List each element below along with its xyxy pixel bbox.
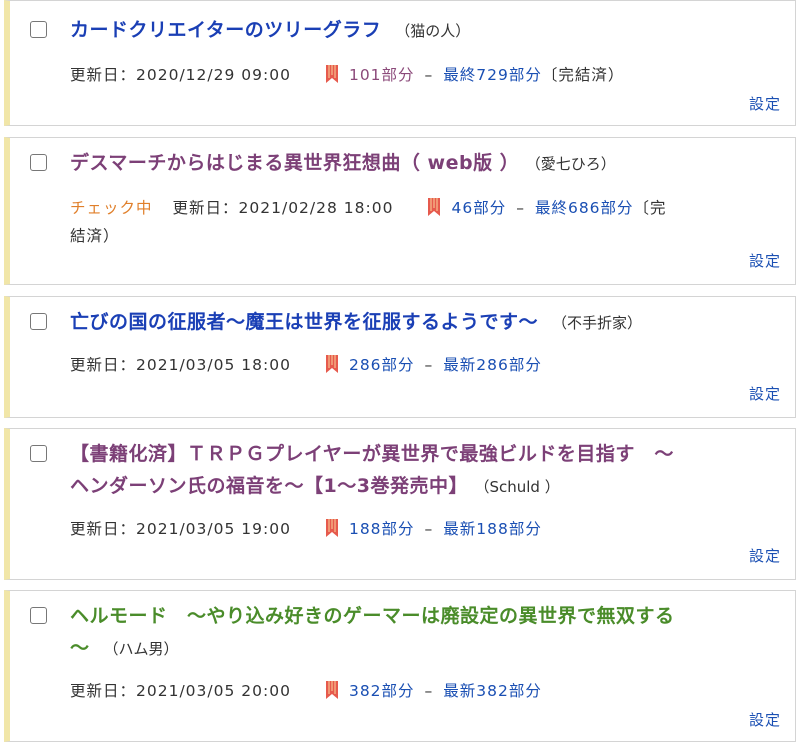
update-label: 更新日： (70, 66, 137, 84)
novel-title-link[interactable]: ヘルモード 〜やり込み好きのゲーマーは廃設定の異世界で無双する (70, 605, 675, 627)
complete-status: 〔完 (633, 199, 667, 217)
separator: – (516, 199, 525, 217)
complete-status: 〔完結済） (541, 66, 625, 84)
novel-title-link-cont[interactable]: 〜 (70, 637, 90, 659)
settings-link[interactable]: 設定 (749, 93, 781, 114)
separator: – (424, 356, 434, 374)
novel-title-link[interactable]: 【書籍化済】ＴＲＰＧプレイヤーが異世界で最強ビルドを目指す 〜 (70, 443, 674, 465)
list-item: 亡びの国の征服者〜魔王は世界を征服するようです〜 （不手折家） 更新日：2021/… (4, 296, 796, 418)
author-name: （ハム男） (103, 640, 179, 658)
settings-link[interactable]: 設定 (749, 545, 781, 566)
bookmark-parts-link[interactable]: 188部分 (349, 520, 415, 538)
bookmark-icon (428, 198, 441, 216)
latest-parts-link[interactable]: 最終729部分 (443, 66, 542, 84)
list-item: ヘルモード 〜やり込み好きのゲーマーは廃設定の異世界で無双する 〜 （ハム男） 更… (4, 590, 796, 742)
list-item: カードクリエイターのツリーグラフ （猫の人） 更新日：2020/12/29 09:… (4, 0, 796, 126)
separator: – (424, 682, 434, 700)
update-time: 2021/02/28 18:00 (238, 199, 394, 217)
bookmark-parts-link[interactable]: 46部分 (451, 199, 506, 217)
latest-parts-link[interactable]: 最新382部分 (443, 682, 542, 700)
check-status: チェック中 (70, 199, 153, 217)
latest-parts-link[interactable]: 最終686部分 (535, 199, 634, 217)
select-checkbox[interactable] (30, 607, 47, 624)
separator: – (424, 66, 434, 84)
bookmark-parts-link[interactable]: 286部分 (349, 356, 415, 374)
update-time: 2021/03/05 18:00 (136, 356, 291, 374)
bookmark-icon (325, 681, 338, 699)
update-time: 2021/03/05 20:00 (136, 682, 291, 700)
bookmark-icon (325, 519, 338, 537)
update-label: 更新日： (70, 520, 137, 538)
novel-title-link[interactable]: デスマーチからはじまる異世界狂想曲（ web版 ） (70, 152, 519, 174)
bookmark-icon (325, 355, 338, 373)
bookmark-parts-link[interactable]: 382部分 (349, 682, 415, 700)
select-checkbox[interactable] (30, 154, 47, 171)
update-time: 2021/03/05 19:00 (136, 520, 291, 538)
list-item: 【書籍化済】ＴＲＰＧプレイヤーが異世界で最強ビルドを目指す 〜 ヘンダーソン氏の… (4, 428, 796, 580)
update-label: 更新日： (70, 682, 137, 700)
novel-title-link[interactable]: カードクリエイターのツリーグラフ (70, 19, 381, 41)
author-name: （不手折家） (552, 314, 643, 332)
latest-parts-link[interactable]: 最新286部分 (443, 356, 542, 374)
update-label: 更新日： (70, 356, 137, 374)
settings-link[interactable]: 設定 (749, 383, 781, 404)
separator: – (424, 520, 434, 538)
list-item: デスマーチからはじまる異世界狂想曲（ web版 ） （愛七ひろ） チェック中 更新日… (4, 137, 796, 285)
select-checkbox[interactable] (30, 313, 47, 330)
bookmark-parts-link[interactable]: 101部分 (349, 66, 415, 84)
select-checkbox[interactable] (30, 21, 47, 38)
author-name: （愛七ひろ） (533, 155, 616, 173)
latest-parts-link[interactable]: 最新188部分 (443, 520, 542, 538)
settings-link[interactable]: 設定 (749, 709, 781, 730)
author-name: （猫の人） (395, 22, 471, 40)
select-checkbox[interactable] (30, 445, 47, 462)
settings-link[interactable]: 設定 (749, 250, 781, 271)
novel-title-link-cont[interactable]: ヘンダーソン氏の福音を〜【1〜3巻発売中】 (70, 475, 468, 497)
author-name: （Schuld ） (481, 478, 560, 496)
update-label: 更新日： (172, 199, 239, 217)
bookmark-list: カードクリエイターのツリーグラフ （猫の人） 更新日：2020/12/29 09:… (0, 0, 800, 746)
update-time: 2020/12/29 09:00 (136, 66, 291, 84)
bookmark-icon (325, 65, 338, 83)
novel-title-link[interactable]: 亡びの国の征服者〜魔王は世界を征服するようです〜 (70, 311, 538, 333)
complete-status-cont: 結済） (70, 227, 120, 245)
